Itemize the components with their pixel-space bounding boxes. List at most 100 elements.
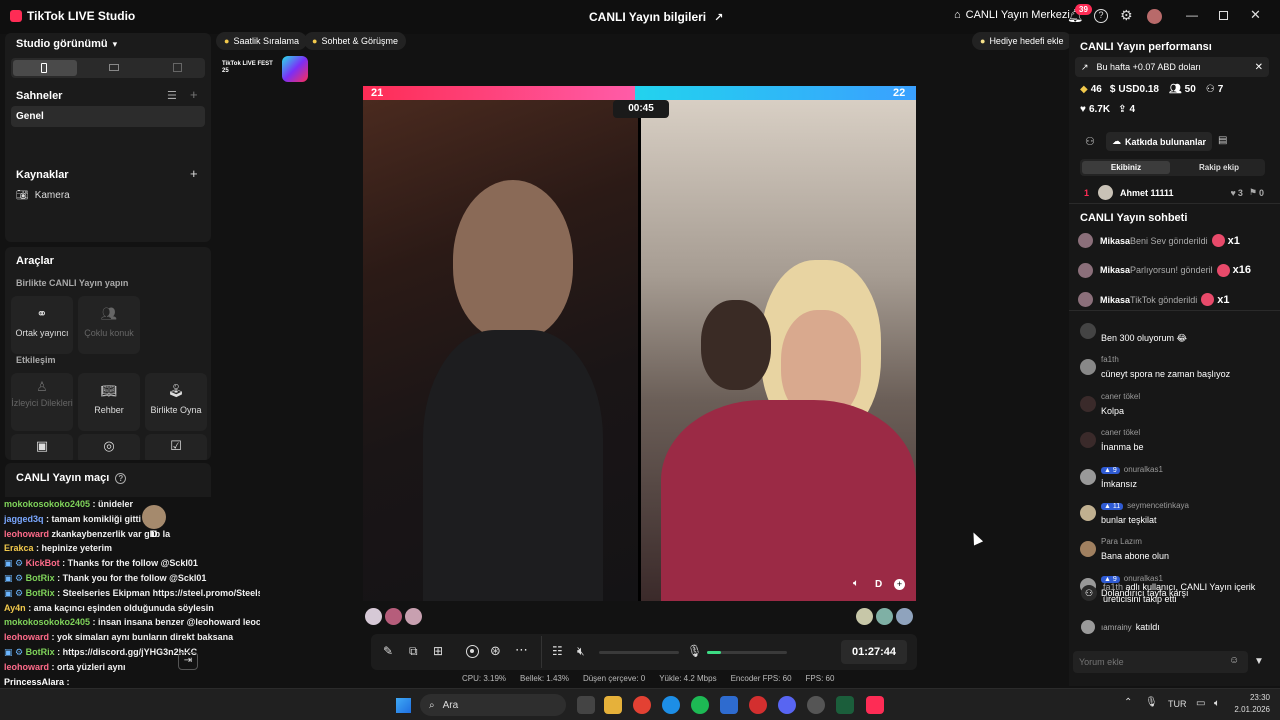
comment-avatar[interactable] (1080, 504, 1096, 521)
speaker-icon[interactable]: 🔈︎ (853, 578, 859, 589)
taskbar-search[interactable]: ⌕ Ara (420, 694, 566, 716)
tray-language[interactable]: TUR (1168, 699, 1187, 709)
exit-icon[interactable]: ⇥ (178, 652, 198, 670)
comment-avatar[interactable] (1080, 323, 1096, 339)
tray-network-icon[interactable]: ▭ (1196, 698, 1205, 709)
source-camera[interactable]: 📷︎ Kamera (16, 190, 70, 201)
overlay-chat-user[interactable]: mokokosokoko2405 (4, 617, 90, 627)
comment-user[interactable]: fa1th (1101, 355, 1119, 364)
add-scene-icon[interactable]: + (190, 87, 198, 102)
spotify-icon[interactable] (691, 696, 709, 714)
tab-our-team[interactable]: Ekibiniz (1082, 161, 1170, 174)
windows-start-icon[interactable] (396, 698, 411, 713)
minimize-icon[interactable]: — (1186, 8, 1198, 22)
comment-avatar[interactable] (1080, 541, 1096, 558)
file-explorer-icon[interactable] (604, 696, 622, 714)
camera-switch-icon[interactable]: ⊛ (490, 643, 501, 659)
overlay-chat-user[interactable]: leohoward (4, 632, 49, 642)
supporter-avatar-1[interactable] (365, 608, 382, 625)
tray-clock[interactable]: 23:30 2.01.2026 (1232, 693, 1270, 714)
supporter-avatar-2[interactable] (385, 608, 402, 625)
record-icon[interactable] (466, 645, 479, 658)
overlay-chat-user[interactable]: KickBot (26, 558, 60, 568)
gift-user[interactable]: Mikasa (1100, 265, 1130, 275)
layout-icon[interactable]: ⊞ (433, 644, 443, 658)
filter-icon[interactable]: ▼ (1254, 656, 1264, 667)
speaker-mute-icon[interactable]: 🔇︎ (577, 644, 585, 659)
app-icon-1[interactable] (720, 696, 738, 714)
add-icon[interactable]: + (894, 579, 905, 590)
studio-view-dropdown[interactable]: Studio görünümü ▾ (16, 38, 117, 50)
close-icon[interactable]: ✕ (1255, 62, 1263, 73)
comment-input[interactable] (1079, 655, 1219, 669)
comment-user[interactable]: caner tökel (1101, 392, 1140, 401)
notification-button[interactable]: 🔔︎ 39 (1067, 4, 1092, 24)
tab-rival-team[interactable]: Rakip ekip (1175, 161, 1263, 174)
leaderboard-icon[interactable]: ▤ (1218, 135, 1227, 146)
share-icon[interactable]: ↗ (714, 11, 723, 24)
cohost-button[interactable]: ⚭ Ortak yayıncı (11, 296, 73, 354)
avatar[interactable] (1147, 9, 1162, 24)
scene-item-general[interactable]: Genel (11, 106, 205, 127)
overlay-chat-user[interactable]: leohoward (4, 662, 49, 672)
app-icon-2[interactable] (807, 696, 825, 714)
live-fest-banner[interactable]: TikTok LIVE FEST 25 (218, 56, 313, 82)
overlay-chat-user[interactable]: PrincessAlara (4, 677, 64, 687)
supporter-avatar-3[interactable] (405, 608, 422, 625)
overlay-chat-user[interactable]: jagged3q (4, 514, 44, 524)
magic-wand-icon[interactable]: ✎ (383, 644, 393, 658)
comment-user[interactable]: Para Lazım (1101, 537, 1142, 546)
contributors-button[interactable]: ☁ Katkıda bulunanlar (1106, 132, 1213, 151)
emoji-icon[interactable]: ☺ (1229, 655, 1239, 666)
comment-avatar[interactable] (1080, 432, 1096, 449)
follow-user[interactable]: fa1th (1103, 582, 1123, 592)
comment-avatar[interactable] (1080, 468, 1096, 485)
comment-user[interactable]: seymencetinkaya (1127, 501, 1189, 510)
close-icon[interactable]: ✕ (1250, 7, 1261, 23)
live-info-title[interactable]: CANLI Yayın bilgileri ↗ (589, 10, 723, 24)
hourly-ranking-button[interactable]: ● Saatlik Sıralama (216, 32, 307, 50)
overlay-chat-user[interactable]: Erakca (4, 543, 34, 553)
more-icon[interactable]: ⋯ (515, 642, 528, 658)
top-contributor-row[interactable]: 1 Ahmet 11111 ♥ 3 ⚑ 0 (1084, 185, 1264, 200)
opera-icon[interactable] (749, 696, 767, 714)
tray-chevron-icon[interactable]: ⌃ (1124, 697, 1132, 708)
help-icon[interactable]: ? (115, 472, 127, 484)
add-source-icon[interactable]: + (190, 166, 198, 181)
joined-user[interactable]: ıamrainy (1101, 623, 1132, 632)
chrome-icon[interactable] (633, 696, 651, 714)
tool-more-1[interactable]: ▣ (11, 434, 73, 460)
speaker-volume-slider[interactable] (599, 651, 679, 654)
tray-volume-icon[interactable]: 🔈︎ (1214, 698, 1220, 709)
gift-user[interactable]: Mikasa (1100, 236, 1130, 246)
discord-icon[interactable] (778, 696, 796, 714)
edge-icon[interactable] (662, 696, 680, 714)
supporter-avatar-4[interactable] (856, 608, 873, 625)
microphone-icon[interactable]: 🎙︎ (687, 644, 702, 658)
overlay-chat-user[interactable]: BotRix (26, 647, 55, 657)
landscape-icon[interactable] (109, 64, 119, 71)
overlay-chat-user[interactable]: leohoward (4, 529, 49, 539)
overlay-chat-user[interactable]: BotRix (26, 588, 55, 598)
live-center-button[interactable]: ⌂ CANLI Yayın Merkezi (954, 9, 1070, 21)
tool-more-2[interactable]: ◎ (78, 434, 140, 460)
tiktok-live-studio-icon[interactable] (866, 696, 884, 714)
overlay-chat-user[interactable]: Ay4n (4, 603, 26, 613)
match-avatar[interactable] (142, 505, 166, 529)
wishes-button[interactable]: ♙ İzleyici Dilekleri (11, 373, 73, 431)
comment-user[interactable]: caner tökel (1101, 428, 1140, 437)
users-settings-icon[interactable]: ⚇ (1085, 135, 1095, 148)
tray-mic-icon[interactable]: 🎙︎ (1145, 697, 1158, 708)
overlay-chat-user[interactable]: mokokosokoko2405 (4, 499, 90, 509)
supporter-avatar-5[interactable] (876, 608, 893, 625)
gear-icon[interactable]: ⚙ (1120, 7, 1133, 24)
maximize-icon[interactable] (1219, 11, 1228, 20)
play-together-button[interactable]: 🕹︎ Birlikte Oyna (145, 373, 207, 431)
task-view-icon[interactable] (577, 696, 595, 714)
supporter-avatar-6[interactable] (896, 608, 913, 625)
tool-more-3[interactable]: ☑ (145, 434, 207, 460)
chat-call-button[interactable]: ● Sohbet & Görüşme (304, 32, 406, 50)
help-icon[interactable]: ? (1094, 9, 1108, 23)
effects-icon[interactable]: ⧉ (409, 644, 418, 659)
guide-button[interactable]: 📖︎ Rehber (78, 373, 140, 431)
